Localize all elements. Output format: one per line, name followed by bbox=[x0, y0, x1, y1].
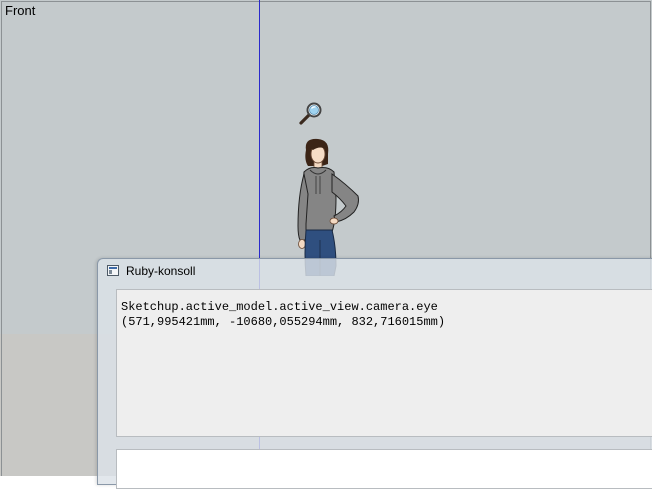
console-input[interactable] bbox=[116, 449, 652, 489]
ruby-console-icon bbox=[107, 265, 119, 276]
window-title: Ruby-konsoll bbox=[126, 264, 196, 278]
scale-figure bbox=[297, 138, 359, 276]
zoom-tool-icon bbox=[299, 102, 322, 125]
console-output-line: Sketchup.active_model.active_view.camera… bbox=[121, 300, 438, 314]
ruby-console-window[interactable]: Ruby-konsoll Sketchup.active_model.activ… bbox=[97, 258, 652, 489]
console-output[interactable]: Sketchup.active_model.active_view.camera… bbox=[116, 289, 652, 437]
window-titlebar[interactable]: Ruby-konsoll bbox=[98, 259, 652, 283]
console-output-line: (571,995421mm, -10680,055294mm, 832,7160… bbox=[121, 315, 446, 329]
scene-label: Front bbox=[5, 3, 36, 18]
